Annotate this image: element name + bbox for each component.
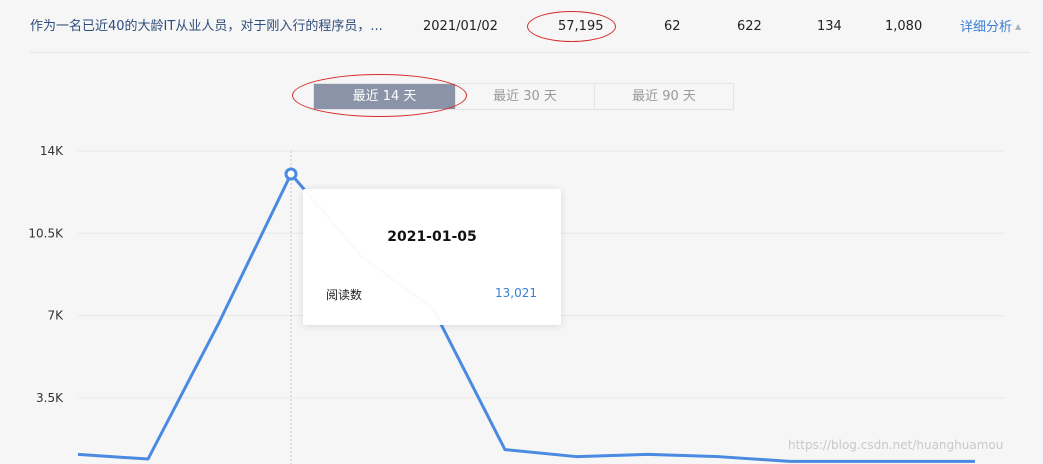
- y-tick-label: 10.5K: [28, 226, 64, 240]
- y-tick-label: 3.5K: [36, 391, 64, 405]
- tooltip-metric-label: 阅读数: [326, 288, 363, 302]
- watermark: https://blog.csdn.net/huanghuamou: [788, 438, 1004, 452]
- y-tick-label: 7K: [47, 309, 64, 323]
- y-tick-label: 14K: [40, 144, 64, 158]
- tooltip-metric-value: 13,021: [495, 286, 537, 300]
- range-tabs: 最近 14 天 最近 30 天 最近 90 天: [313, 83, 734, 110]
- highlighted-point: [284, 167, 298, 181]
- tooltip-date: 2021-01-05: [387, 229, 477, 245]
- tab-last-30-days[interactable]: 最近 30 天: [455, 84, 594, 109]
- tab-last-90-days[interactable]: 最近 90 天: [594, 84, 733, 109]
- tab-last-14-days[interactable]: 最近 14 天: [314, 84, 455, 109]
- article-analytics-panel: 作为一名已近40的大龄IT从业人员，对于刚入行的程序员，... 2021/01/…: [0, 0, 1043, 464]
- chart-tooltip: 2021-01-05 阅读数 13,021: [303, 189, 561, 325]
